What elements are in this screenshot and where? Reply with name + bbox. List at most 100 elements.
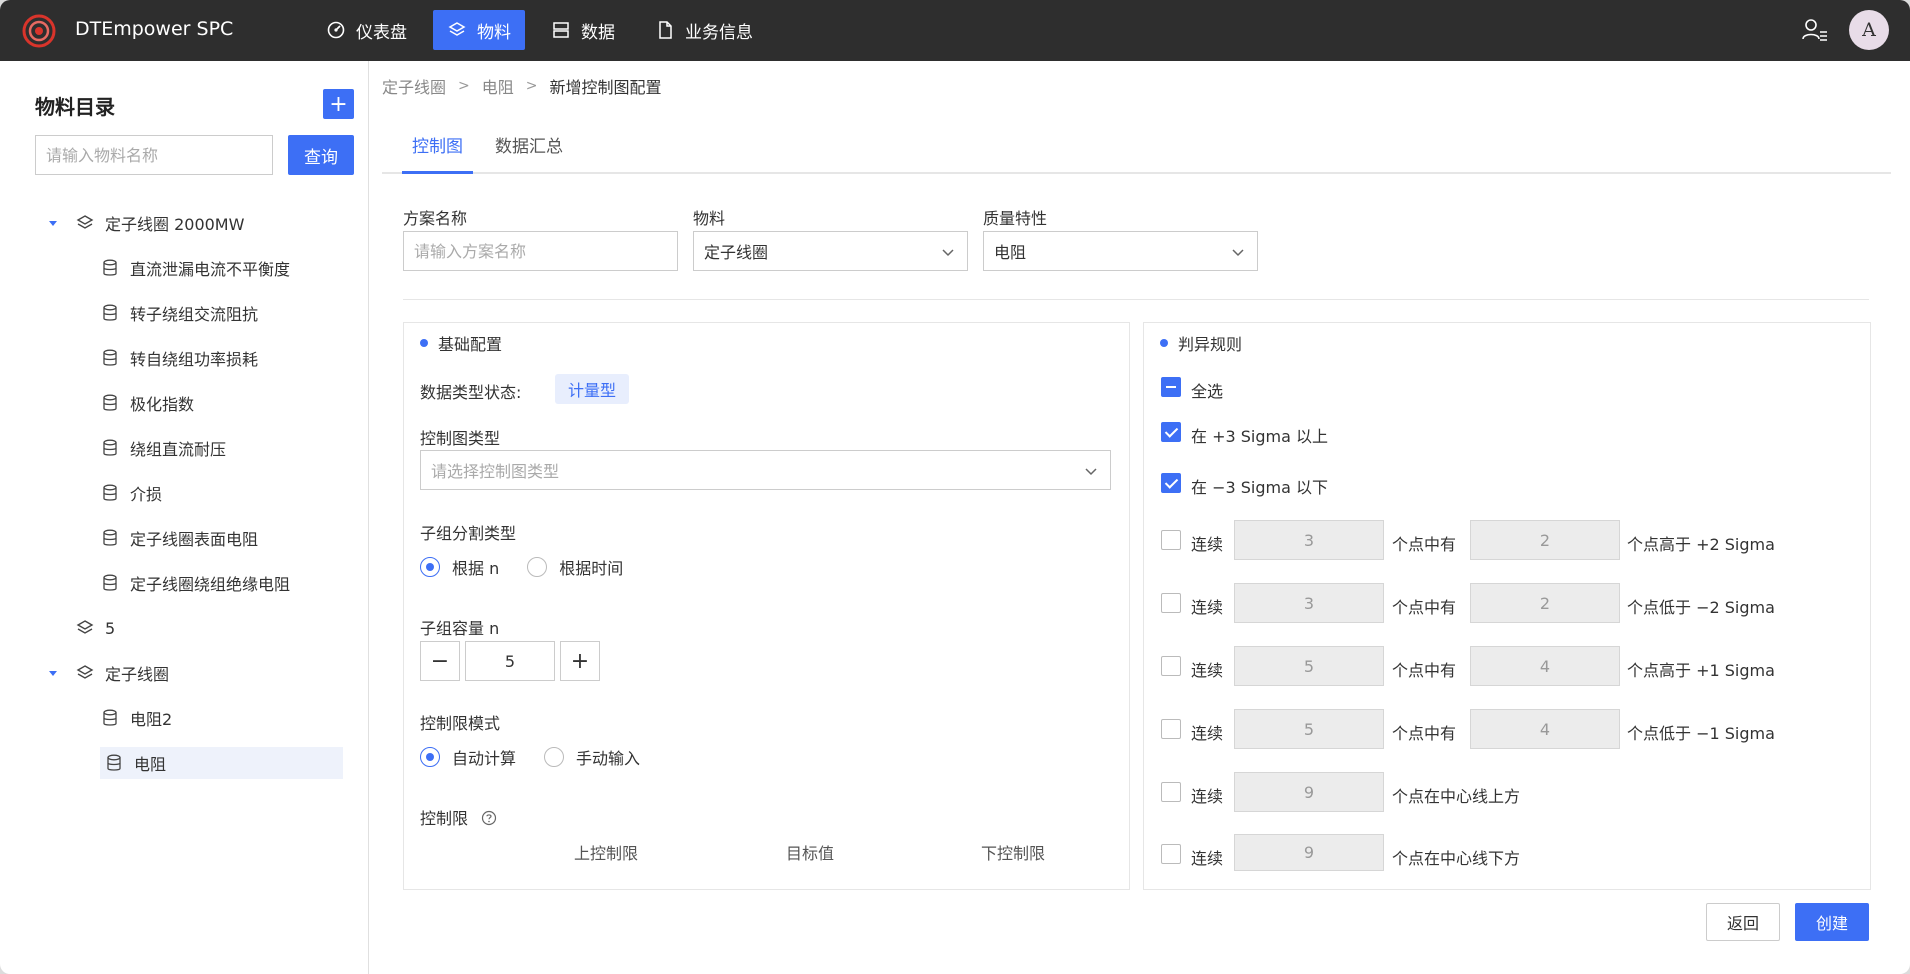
scheme-name-input[interactable] bbox=[403, 231, 678, 271]
quality-characteristic-value: 电阻 bbox=[994, 243, 1027, 262]
manual-input-label: 手动输入 bbox=[576, 749, 641, 768]
database-icon bbox=[103, 529, 117, 546]
manual-input-radio[interactable] bbox=[544, 747, 565, 767]
caret-down-icon[interactable] bbox=[48, 218, 58, 228]
sidebar: 物料目录 + 查询 定子线圈 2000MW 直流泄漏电流不平衡度转子绕组交流阻抗转… bbox=[0, 61, 369, 974]
center-below-checkbox[interactable] bbox=[1161, 844, 1181, 864]
tree-node-characteristic[interactable]: 转子绕组交流阻抗 bbox=[100, 297, 258, 329]
tree-node-material[interactable]: 5 bbox=[75, 612, 115, 644]
subgroup-split-label: 子组分割类型 bbox=[420, 524, 517, 543]
tree-node-characteristic[interactable]: 电阻2 bbox=[100, 702, 172, 734]
help-icon[interactable] bbox=[481, 810, 497, 826]
subgroup-split-radio-group: 根据 n 根据时间 bbox=[420, 555, 651, 579]
top-bar: DTEmpower SPC 仪表盘 物料 数据 业务信息 A bbox=[0, 0, 1910, 61]
material-label: 物料 bbox=[693, 209, 726, 228]
breadcrumb-item[interactable]: 定子线圈 bbox=[382, 74, 446, 98]
material-search-input[interactable] bbox=[35, 135, 273, 175]
rule-checkbox[interactable] bbox=[1161, 719, 1181, 739]
material-icon bbox=[76, 620, 94, 634]
rule-checkbox[interactable] bbox=[1161, 656, 1181, 676]
select-all-checkbox[interactable] bbox=[1161, 377, 1181, 397]
auto-calc-radio[interactable] bbox=[420, 747, 440, 767]
section-dot-icon bbox=[420, 339, 428, 347]
tree-node-label: 定子线圈 2000MW bbox=[105, 215, 245, 234]
material-select[interactable]: 定子线圈 bbox=[693, 231, 968, 271]
tree-node-label: 电阻 bbox=[134, 755, 167, 774]
database-icon bbox=[103, 574, 117, 591]
sidebar-title: 物料目录 bbox=[35, 95, 115, 119]
limit-mode-radio-group: 自动计算 手动输入 bbox=[420, 745, 668, 769]
nav-data[interactable]: 数据 bbox=[537, 10, 629, 50]
tree-node-characteristic[interactable]: 直流泄漏电流不平衡度 bbox=[100, 252, 290, 284]
rule-count-n[interactable]: 5 bbox=[1234, 646, 1384, 686]
tree-node-label: 直流泄漏电流不平衡度 bbox=[130, 260, 291, 279]
center-below-count[interactable]: 9 bbox=[1234, 834, 1384, 871]
nav-dashboard[interactable]: 仪表盘 bbox=[312, 10, 421, 50]
subgroup-size-input[interactable]: 5 bbox=[465, 641, 555, 681]
consecutive-label: 连续 bbox=[1191, 849, 1224, 868]
chevron-right-icon: > bbox=[458, 78, 470, 94]
subgroup-size-label: 子组容量 n bbox=[420, 619, 500, 638]
rule-count-m[interactable]: 4 bbox=[1470, 709, 1620, 749]
basic-config-title-text: 基础配置 bbox=[438, 335, 503, 354]
increment-button[interactable]: + bbox=[560, 641, 600, 681]
tree-node-characteristic[interactable]: 定子线圈表面电阻 bbox=[100, 522, 258, 554]
center-above-count[interactable]: 9 bbox=[1234, 772, 1384, 812]
quality-characteristic-select[interactable]: 电阻 bbox=[983, 231, 1258, 271]
query-button[interactable]: 查询 bbox=[288, 135, 354, 175]
user-list-icon[interactable] bbox=[1802, 18, 1828, 42]
points-have-label: 个点中有 bbox=[1392, 535, 1457, 554]
rule-count-n[interactable]: 3 bbox=[1234, 520, 1384, 560]
select-all-label: 全选 bbox=[1191, 382, 1224, 401]
tab-control-chart[interactable]: 控制图 bbox=[402, 132, 473, 174]
tree-node-characteristic[interactable]: 介损 bbox=[100, 477, 162, 509]
tree-node-characteristic[interactable]: 电阻 bbox=[100, 747, 343, 779]
tree-node-material[interactable]: 定子线圈 bbox=[49, 657, 170, 689]
rule-count-m[interactable]: 2 bbox=[1470, 520, 1620, 560]
tree-node-label: 定子线圈 bbox=[105, 665, 170, 684]
breadcrumb-item[interactable]: 电阻 bbox=[482, 74, 514, 98]
rule-below-3sigma-checkbox[interactable] bbox=[1161, 473, 1181, 493]
data-type-tag: 计量型 bbox=[555, 374, 630, 404]
tab-bar: 控制图 数据汇总 bbox=[382, 120, 1891, 174]
rule-count-n[interactable]: 3 bbox=[1234, 583, 1384, 623]
tree-node-characteristic[interactable]: 转自绕组功率损耗 bbox=[100, 342, 258, 374]
rule-above-3sigma-checkbox[interactable] bbox=[1161, 422, 1181, 442]
points-have-label: 个点中有 bbox=[1392, 661, 1457, 680]
tree-node-characteristic[interactable]: 极化指数 bbox=[100, 387, 194, 419]
rule-count-m[interactable]: 4 bbox=[1470, 646, 1620, 686]
tree-node-label: 5 bbox=[105, 618, 116, 638]
tree-node-material[interactable]: 定子线圈 2000MW bbox=[49, 207, 245, 239]
rule-suffix: 个点高于 +2 Sigma bbox=[1627, 535, 1775, 554]
consecutive-label: 连续 bbox=[1191, 535, 1224, 554]
nav-material[interactable]: 物料 bbox=[433, 10, 525, 50]
tree-node-characteristic[interactable]: 定子线圈绕组绝缘电阻 bbox=[100, 567, 290, 599]
tab-data-summary[interactable]: 数据汇总 bbox=[495, 132, 563, 174]
caret-down-icon[interactable] bbox=[48, 668, 58, 678]
decrement-button[interactable]: − bbox=[420, 641, 460, 681]
split-by-n-radio[interactable] bbox=[420, 557, 440, 577]
breadcrumb: 定子线圈 > 电阻 > 新增控制图配置 bbox=[382, 74, 662, 98]
section-dot-icon bbox=[1160, 339, 1168, 347]
nav-data-label: 数据 bbox=[581, 22, 615, 43]
nav-business-info[interactable]: 业务信息 bbox=[641, 10, 767, 50]
chart-type-select[interactable]: 请选择控制图类型 bbox=[420, 450, 1111, 490]
app-title: DTEmpower SPC bbox=[75, 18, 234, 40]
center-below-suffix: 个点在中心线下方 bbox=[1392, 849, 1521, 868]
add-material-button[interactable]: + bbox=[323, 89, 354, 119]
tree-node-characteristic[interactable]: 绕组直流耐压 bbox=[100, 432, 226, 464]
target-value-header: 目标值 bbox=[786, 844, 835, 863]
consecutive-label: 连续 bbox=[1191, 724, 1224, 743]
judgment-rules-title: 判异规则 bbox=[1160, 331, 1242, 355]
rule-count-m[interactable]: 2 bbox=[1470, 583, 1620, 623]
center-above-checkbox[interactable] bbox=[1161, 782, 1181, 802]
rule-checkbox[interactable] bbox=[1161, 593, 1181, 613]
rule-count-n[interactable]: 5 bbox=[1234, 709, 1384, 749]
split-by-time-radio[interactable] bbox=[527, 557, 548, 577]
main-nav: 仪表盘 物料 数据 业务信息 bbox=[312, 10, 779, 50]
back-button[interactable]: 返回 bbox=[1706, 903, 1780, 941]
quality-characteristic-label: 质量特性 bbox=[983, 209, 1048, 228]
create-button[interactable]: 创建 bbox=[1795, 903, 1869, 941]
avatar[interactable]: A bbox=[1849, 10, 1889, 50]
rule-checkbox[interactable] bbox=[1161, 530, 1181, 550]
